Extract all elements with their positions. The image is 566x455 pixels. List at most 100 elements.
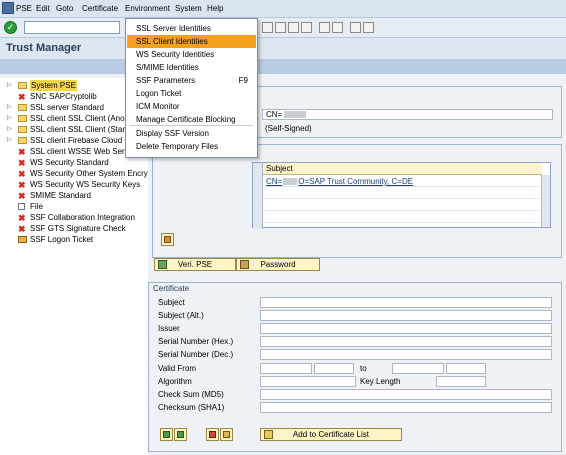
menu-item-label: Delete Temporary Files xyxy=(136,142,219,151)
tree-item-label: SMIME Standard xyxy=(30,191,91,200)
folder-icon xyxy=(18,82,27,89)
verify-icon xyxy=(158,260,167,269)
error-x-icon: ✖ xyxy=(18,213,26,223)
menu-item[interactable]: Delete Temporary Files xyxy=(127,140,256,153)
checksum-md5-label: Check Sum (MD5) xyxy=(158,390,224,399)
menu-item-shortcut: F9 xyxy=(238,76,248,85)
certificate-list-group: Subject CN= O=SAP Trust Community, C=DE xyxy=(152,144,562,258)
tree-item[interactable]: ✖ WS Security Standard xyxy=(0,157,148,168)
checksum-md5-field xyxy=(260,389,552,400)
tree-item[interactable]: File xyxy=(0,201,148,212)
enter-check-icon[interactable]: ✓ xyxy=(4,21,17,34)
menu-system[interactable]: System xyxy=(175,4,202,13)
create-session-icon[interactable] xyxy=(319,22,330,33)
certificate-details-button[interactable] xyxy=(220,428,233,441)
menu-item[interactable]: Display SSF Version xyxy=(127,127,256,140)
menu-item[interactable]: SSL Server Identities xyxy=(127,22,256,35)
table-row[interactable]: CN= O=SAP Trust Community, C=DE xyxy=(263,176,542,187)
subject-alt-field xyxy=(260,310,552,321)
error-x-icon: ✖ xyxy=(18,191,26,201)
application-toolbar xyxy=(0,60,566,74)
expand-arrow-icon[interactable]: ▷ xyxy=(7,135,13,146)
add-certificate-icon xyxy=(264,430,273,439)
tree-item[interactable]: ✖ WS Security WS Security Keys xyxy=(0,179,148,190)
customize-layout-icon[interactable] xyxy=(363,22,374,33)
menu-goto[interactable]: Goto xyxy=(56,4,73,13)
table-row[interactable] xyxy=(263,200,542,211)
tree-item[interactable]: SSF Logon Ticket xyxy=(0,234,148,245)
remove-icon xyxy=(209,431,216,438)
table-scrollbar[interactable] xyxy=(541,175,550,227)
tree-item[interactable]: ✖ SSF GTS Signature Check xyxy=(0,223,148,234)
menu-item[interactable]: S/MIME Identities xyxy=(127,61,256,74)
folder-icon xyxy=(18,115,27,122)
export-certificate-button[interactable] xyxy=(174,428,187,441)
menu-environment[interactable]: Environment xyxy=(125,4,170,13)
import-list-icon xyxy=(163,431,170,438)
remove-certificate-button[interactable] xyxy=(206,428,219,441)
command-field[interactable] xyxy=(24,21,120,34)
expand-arrow-icon[interactable]: ▷ xyxy=(7,80,13,91)
owner-field: CN= xyxy=(262,109,553,120)
veri-pse-label: Veri. PSE xyxy=(177,260,213,269)
checksum-sha1-label: Checksum (SHA1) xyxy=(158,403,225,412)
import-certificate-button[interactable] xyxy=(161,233,174,246)
previous-page-icon[interactable] xyxy=(275,22,286,33)
subject-label: Subject xyxy=(158,298,185,307)
valid-from-time-field xyxy=(314,363,354,374)
password-button[interactable]: Password xyxy=(236,258,320,271)
menu-bar: PSE Edit Goto Certificate Environment Sy… xyxy=(0,0,566,18)
column-header-subject[interactable]: Subject xyxy=(263,163,542,175)
expand-arrow-icon[interactable]: ▷ xyxy=(7,113,13,124)
tree-item-label: SSL client WSSE Web Servic xyxy=(30,147,135,156)
help-icon[interactable] xyxy=(350,22,361,33)
error-x-icon: ✖ xyxy=(18,158,26,168)
menu-item-label: SSL Client Identities xyxy=(136,37,208,46)
owner-cn-value: CN= xyxy=(266,110,283,119)
menu-certificate[interactable]: Certificate xyxy=(82,4,118,13)
folder-icon xyxy=(18,104,27,111)
menu-help[interactable]: Help xyxy=(207,4,223,13)
row-cn-prefix: CN= xyxy=(266,177,283,186)
first-page-icon[interactable] xyxy=(262,22,273,33)
tree-item[interactable]: ✖ SMIME Standard xyxy=(0,190,148,201)
add-to-certificate-list-button[interactable]: Add to Certificate List xyxy=(260,428,402,441)
password-label: Password xyxy=(260,260,296,269)
menu-item[interactable]: WS Security Identities xyxy=(127,48,256,61)
table-row[interactable] xyxy=(263,212,542,223)
issuer-label: Issuer xyxy=(158,324,180,333)
menu-item[interactable]: SSF Parameters F9 xyxy=(127,74,256,87)
table-row[interactable] xyxy=(263,188,542,199)
tree-item[interactable]: ✖ SSF Collaboration Integration xyxy=(0,212,148,223)
standard-toolbar: ✓ xyxy=(0,18,566,38)
menu-item-label: ICM Monitor xyxy=(136,102,180,111)
tree-item[interactable]: ✖ WS Security Other System Encry xyxy=(0,168,148,179)
algorithm-label: Algorithm xyxy=(158,377,192,386)
details-icon xyxy=(223,431,230,438)
subject-field xyxy=(260,297,552,308)
self-signed-label: (Self-Signed) xyxy=(265,124,312,133)
next-page-icon[interactable] xyxy=(288,22,299,33)
expand-arrow-icon[interactable]: ▷ xyxy=(7,124,13,135)
subject-alt-label: Subject (Alt.) xyxy=(158,311,204,320)
page-title: Trust Manager xyxy=(6,42,82,54)
menu-pse[interactable]: PSE xyxy=(16,4,32,13)
row-subject-text: O=SAP Trust Community, C=DE xyxy=(298,177,414,186)
error-x-icon: ✖ xyxy=(18,147,26,157)
tree-item-label: WS Security Standard xyxy=(30,158,109,167)
menu-edit[interactable]: Edit xyxy=(36,4,50,13)
last-page-icon[interactable] xyxy=(301,22,312,33)
system-menu-icon[interactable] xyxy=(2,2,14,14)
serial-hex-field xyxy=(260,336,552,347)
menu-item-label: SSL Server Identities xyxy=(136,24,211,33)
menu-separator xyxy=(130,125,253,126)
tree-item-label: WS Security WS Security Keys xyxy=(30,180,141,189)
veri-pse-button[interactable]: Veri. PSE xyxy=(154,258,236,271)
shortcut-icon[interactable] xyxy=(332,22,343,33)
menu-item[interactable]: ICM Monitor xyxy=(127,100,256,113)
row-selector-column[interactable] xyxy=(253,163,263,229)
expand-arrow-icon[interactable]: ▷ xyxy=(7,102,13,113)
import-to-list-button[interactable] xyxy=(160,428,173,441)
menu-item[interactable]: Logon Ticket xyxy=(127,87,256,100)
menu-item[interactable]: SSL Client Identities xyxy=(127,35,256,48)
